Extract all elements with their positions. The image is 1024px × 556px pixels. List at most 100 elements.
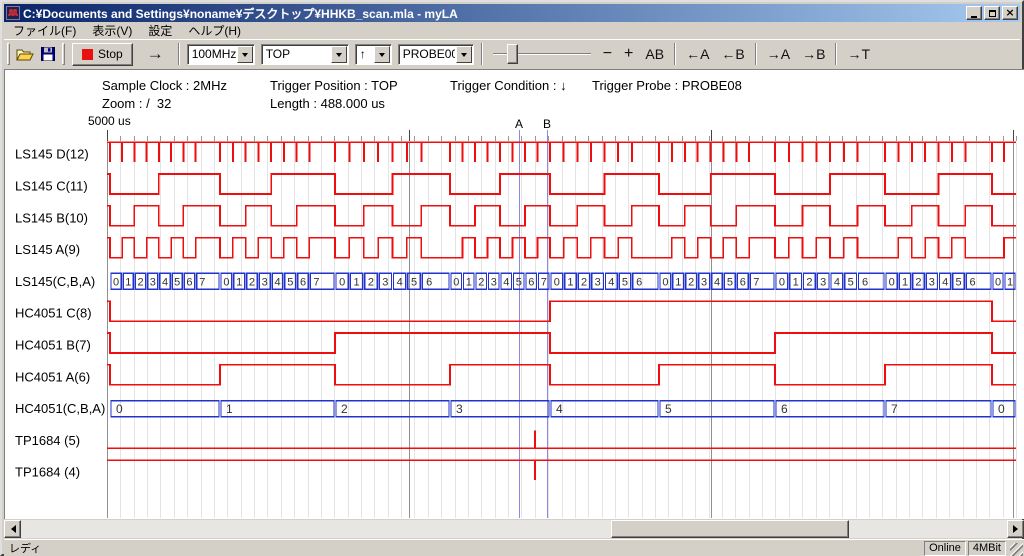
- trigger-probe-select[interactable]: PROBE00: [398, 44, 474, 65]
- resize-grip[interactable]: [1010, 543, 1023, 556]
- cursor-a-label: A: [515, 117, 523, 131]
- trigger-position-value: TOP: [262, 47, 330, 61]
- bus-value: 6: [528, 276, 534, 288]
- close-button[interactable]: ×: [1002, 6, 1018, 20]
- trigger-edge-value: ↑: [356, 47, 373, 61]
- save-button[interactable]: [36, 43, 59, 65]
- scroll-left-button[interactable]: [4, 520, 21, 538]
- status-memory-badge: 4MBit: [968, 541, 1006, 556]
- bus-value: 5: [622, 276, 628, 288]
- goto-b-fwd-button[interactable]: →B: [796, 44, 831, 64]
- bus-value: 3: [150, 276, 156, 288]
- bus-value: 0: [223, 276, 229, 288]
- waveform-plot[interactable]: A B LS145 D(12) LS145 C(11) LS145 B(10) LS145…: [2, 69, 1024, 519]
- bus-value: 7: [891, 402, 898, 416]
- zoom-slider[interactable]: [493, 43, 591, 65]
- zoom-out-button[interactable]: −: [597, 43, 618, 65]
- bus-value: 4: [397, 276, 403, 288]
- ab-range-button[interactable]: AB: [639, 44, 670, 64]
- channel-label: LS145 C(11): [15, 179, 88, 194]
- channel-row: HC4051 A(6): [15, 365, 1016, 385]
- dropdown-button[interactable]: [374, 46, 390, 63]
- toolbar-separator: [674, 43, 676, 65]
- scrollbar-thumb[interactable]: [611, 520, 849, 538]
- floppy-disk-icon: [41, 47, 55, 61]
- run-button[interactable]: →: [137, 44, 174, 64]
- trigger-edge-select[interactable]: ↑: [355, 44, 392, 65]
- goto-b-back-button[interactable]: ←B: [715, 44, 750, 64]
- open-file-button[interactable]: [13, 43, 36, 65]
- bus-value: 3: [491, 276, 497, 288]
- bus-value: 2: [915, 276, 921, 288]
- bus-value: 1: [902, 276, 908, 288]
- zoom-slider-thumb[interactable]: [507, 44, 518, 64]
- scroll-right-button[interactable]: [1007, 520, 1024, 538]
- goto-trigger-button[interactable]: →T: [841, 44, 876, 64]
- channel-label: TP1684 (5): [15, 433, 80, 448]
- bus-value: 1: [226, 402, 233, 416]
- bus-cell: [111, 401, 219, 417]
- maximize-button[interactable]: [984, 6, 1000, 20]
- scrollbar-track[interactable]: [21, 520, 1007, 538]
- waveform: [107, 238, 1016, 258]
- bus-value: 5: [516, 276, 522, 288]
- bus-value: 7: [199, 276, 205, 288]
- bus-cell: [551, 401, 658, 417]
- channel-label: HC4051 A(6): [15, 369, 90, 384]
- horizontal-scrollbar[interactable]: [4, 520, 1024, 538]
- goto-a-fwd-button[interactable]: →A: [761, 44, 796, 64]
- menu-item-0[interactable]: ファイル(F): [5, 21, 84, 40]
- dropdown-button[interactable]: [456, 46, 472, 63]
- bus-value: 7: [753, 276, 759, 288]
- channel-label: LS145 B(10): [15, 210, 88, 225]
- bus-cell: [660, 401, 774, 417]
- stop-button[interactable]: Stop: [72, 43, 133, 66]
- trigger-position-select[interactable]: TOP: [261, 44, 349, 65]
- bus-value: 2: [478, 276, 484, 288]
- channel-label: HC4051 B(7): [15, 338, 91, 353]
- bus-value: 1: [236, 276, 242, 288]
- bus-value: 5: [848, 276, 854, 288]
- dropdown-button[interactable]: [331, 46, 347, 63]
- bus-value: 0: [998, 402, 1005, 416]
- bus-value: 0: [339, 276, 345, 288]
- bus-value: 7: [313, 276, 319, 288]
- dropdown-button[interactable]: [237, 46, 253, 63]
- toolbar-grip: [62, 43, 65, 65]
- bus-value: 6: [636, 276, 642, 288]
- bus-value: 0: [995, 276, 1001, 288]
- waveform: [107, 174, 1016, 194]
- bus-value: 5: [665, 402, 672, 416]
- waveform: [107, 333, 1016, 353]
- bus-value: 6: [300, 276, 306, 288]
- cursor-b-label: B: [543, 117, 551, 131]
- bus-value: 5: [956, 276, 962, 288]
- bus-value: 4: [942, 276, 948, 288]
- bus-value: 3: [262, 276, 268, 288]
- goto-a-back-button[interactable]: ←A: [680, 44, 715, 64]
- toolbar-separator: [481, 43, 483, 65]
- bus-value: 5: [287, 276, 293, 288]
- menu-item-3[interactable]: ヘルプ(H): [180, 21, 249, 40]
- menu-item-1[interactable]: 表示(V): [84, 21, 140, 40]
- status-bar: レディ Online 4MBit: [4, 539, 1024, 556]
- channel-label: LS145 D(12): [15, 147, 89, 162]
- channel-label: LS145 A(9): [15, 242, 80, 257]
- bus-value: 4: [162, 276, 168, 288]
- bus-value: 0: [113, 276, 119, 288]
- bus-value: 4: [556, 402, 563, 416]
- bus-value: 4: [714, 276, 720, 288]
- minimize-button[interactable]: [966, 6, 982, 20]
- bus-value: 0: [554, 276, 560, 288]
- title-bar[interactable]: C:¥Documents and Settings¥noname¥デスクトップ¥…: [4, 4, 1020, 22]
- channel-row: HC4051(C,B,A)012345670: [15, 401, 1015, 417]
- bus-value: 3: [595, 276, 601, 288]
- sample-clock-select[interactable]: 100MHz: [187, 44, 255, 65]
- bus-value: 0: [116, 402, 123, 416]
- bus-value: 3: [382, 276, 388, 288]
- channel-row: LS145 C(11): [15, 174, 1016, 194]
- menu-item-2[interactable]: 設定: [140, 21, 180, 40]
- bus-value: 1: [793, 276, 799, 288]
- bus-value: 0: [662, 276, 668, 288]
- zoom-in-button[interactable]: +: [618, 43, 639, 65]
